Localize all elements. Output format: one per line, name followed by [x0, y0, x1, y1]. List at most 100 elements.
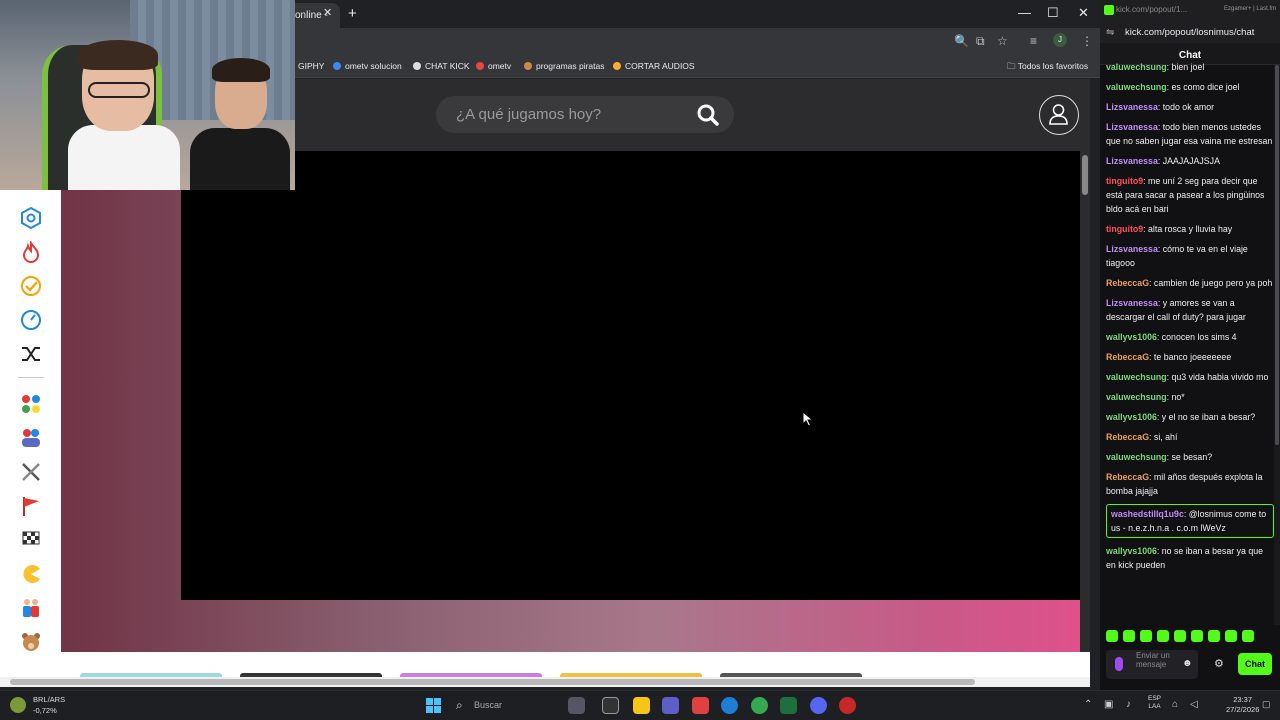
maximize-button[interactable]: ☐: [1047, 5, 1059, 21]
chat-username[interactable]: Lizsvanessa: [1106, 102, 1158, 112]
page-scrollbar[interactable]: [1080, 151, 1090, 687]
compass-icon[interactable]: [20, 309, 42, 331]
chat-username[interactable]: RebeccaG: [1106, 472, 1149, 482]
chat-settings-gear-icon[interactable]: ⚙: [1214, 657, 1224, 670]
bookmark-giphy[interactable]: GIPHY: [298, 61, 324, 71]
chat-username[interactable]: valuwechsung: [1106, 82, 1167, 92]
bookmark-ometv-solucion[interactable]: ometv solucion: [333, 61, 402, 71]
profile-avatar[interactable]: J: [1053, 33, 1067, 47]
obs-icon[interactable]: [839, 697, 856, 714]
store-icon[interactable]: [692, 697, 709, 714]
chat-scrollbar-thumb[interactable]: [1275, 65, 1279, 445]
emote-icon[interactable]: [1106, 630, 1118, 642]
currency-ticker-icon[interactable]: [10, 697, 26, 713]
chat-username[interactable]: RebeccaG: [1106, 352, 1149, 362]
chat-username[interactable]: Lizsvanessa: [1106, 156, 1158, 166]
checkered-flag-icon[interactable]: [20, 529, 42, 551]
emote-icon[interactable]: [1174, 630, 1186, 642]
chat-username[interactable]: valuwechsung: [1106, 62, 1167, 72]
chat-message-input[interactable]: Enviar un mensaje ☻: [1106, 650, 1198, 679]
game-search-input[interactable]: ¿A qué jugamos hoy?: [436, 96, 734, 133]
flame-icon[interactable]: [20, 241, 42, 263]
chat-window-title: kick.com/popout/1...: [1116, 5, 1188, 14]
new-tab-button[interactable]: +: [348, 5, 357, 22]
swords-icon[interactable]: [20, 461, 42, 483]
emoji-picker-icon[interactable]: ☻: [1182, 658, 1193, 669]
people-icon[interactable]: [20, 427, 42, 449]
chat-scrollbar[interactable]: [1274, 65, 1280, 625]
network-icon[interactable]: ⌂: [1172, 699, 1178, 710]
taskbar-search-box[interactable]: Buscar: [474, 700, 502, 710]
windows-start-icon[interactable]: [426, 698, 441, 713]
file-explorer-icon[interactable]: [633, 697, 650, 714]
chrome-taskbar-icon[interactable]: [751, 697, 768, 714]
shuffle-icon[interactable]: [20, 343, 42, 365]
language-indicator[interactable]: ESP LAA: [1148, 695, 1161, 711]
media-icon[interactable]: ≡: [1030, 34, 1037, 48]
chat-username[interactable]: tinguito9: [1106, 176, 1143, 186]
pacman-icon[interactable]: [20, 563, 42, 585]
search-icon[interactable]: [696, 103, 720, 127]
chat-username[interactable]: tinguito9: [1106, 224, 1143, 234]
discord-icon[interactable]: [810, 697, 827, 714]
emote-icon[interactable]: [1140, 630, 1152, 642]
excel-icon[interactable]: [780, 697, 797, 714]
menu-kebab-icon[interactable]: ⋮: [1081, 34, 1093, 48]
user-account-button[interactable]: [1039, 95, 1079, 135]
bookmark-cortar-audios[interactable]: CORTAR AUDIOS: [613, 61, 695, 71]
bookmark-programas-piratas[interactable]: programas piratas: [524, 61, 605, 71]
chat-username[interactable]: wallyvs1006: [1106, 546, 1157, 556]
emote-icon[interactable]: [1157, 630, 1169, 642]
game-video-area[interactable]: [181, 151, 1081, 600]
chat-username[interactable]: Lizsvanessa: [1106, 122, 1158, 132]
puzzle-people-icon[interactable]: [20, 597, 42, 619]
minimize-button[interactable]: —: [1018, 5, 1031, 20]
tab-close-icon[interactable]: ✕: [323, 6, 332, 19]
bear-icon[interactable]: [20, 631, 42, 653]
hexagon-icon[interactable]: [20, 207, 42, 229]
chat-username[interactable]: Lizsvanessa: [1106, 298, 1158, 308]
task-view-icon[interactable]: [602, 697, 619, 714]
close-window-button[interactable]: ✕: [1078, 5, 1089, 21]
chat-username[interactable]: washedstillq1u9c: [1111, 509, 1184, 519]
emote-icon[interactable]: [1123, 630, 1135, 642]
chat-message: wallyvs1006: no se iban a besar ya que e…: [1106, 544, 1274, 572]
zoom-icon[interactable]: 🔍: [954, 34, 969, 48]
chat-url-bar[interactable]: ⇋ kick.com/popout/losnimus/chat: [1100, 21, 1280, 43]
bookmark-ometv[interactable]: ometv: [476, 61, 511, 71]
install-icon[interactable]: ⧉: [976, 34, 985, 49]
all-favorites-folder[interactable]: 🗀 Todos los favoritos: [1007, 61, 1088, 75]
microphone-icon[interactable]: ♪: [1126, 699, 1131, 710]
check-circle-icon[interactable]: [20, 275, 42, 297]
emote-icon[interactable]: [1225, 630, 1237, 642]
horizontal-scrollbar[interactable]: [0, 677, 1090, 687]
chat-username[interactable]: RebeccaG: [1106, 432, 1149, 442]
tray-app-icon[interactable]: ▣: [1104, 699, 1113, 710]
flag-icon[interactable]: [20, 495, 42, 517]
chat-username[interactable]: valuwechsung: [1106, 372, 1167, 382]
dots-icon[interactable]: [20, 393, 42, 415]
page-scrollbar-thumb[interactable]: [1082, 155, 1088, 195]
edge-icon[interactable]: [721, 697, 738, 714]
emote-icon[interactable]: [1208, 630, 1220, 642]
bookmark-chat-kick[interactable]: CHAT KICK: [413, 61, 470, 71]
emote-icon[interactable]: [1242, 630, 1254, 642]
horizontal-scrollbar-thumb[interactable]: [10, 679, 975, 685]
taskbar-search-icon[interactable]: ⌕: [456, 698, 463, 713]
widgets-icon[interactable]: [568, 697, 585, 714]
chat-send-button[interactable]: Chat: [1238, 653, 1272, 675]
chat-username[interactable]: RebeccaG: [1106, 278, 1149, 288]
chat-username[interactable]: valuwechsung: [1106, 392, 1167, 402]
clock[interactable]: 23:37 27/2/2026: [1226, 695, 1259, 715]
tray-overflow-icon[interactable]: ⌃: [1084, 699, 1092, 710]
emote-icon[interactable]: [1191, 630, 1203, 642]
volume-icon[interactable]: ◁: [1190, 699, 1198, 710]
site-info-icon[interactable]: ⇋: [1106, 27, 1114, 38]
notification-bell-icon[interactable]: ▢: [1262, 699, 1271, 710]
chat-username[interactable]: wallyvs1006: [1106, 412, 1157, 422]
chat-username[interactable]: Lizsvanessa: [1106, 244, 1158, 254]
chat-username[interactable]: valuwechsung: [1106, 452, 1167, 462]
chat-username[interactable]: wallyvs1006: [1106, 332, 1157, 342]
teams-icon[interactable]: [662, 697, 679, 714]
bookmark-star-icon[interactable]: ☆: [997, 34, 1008, 48]
